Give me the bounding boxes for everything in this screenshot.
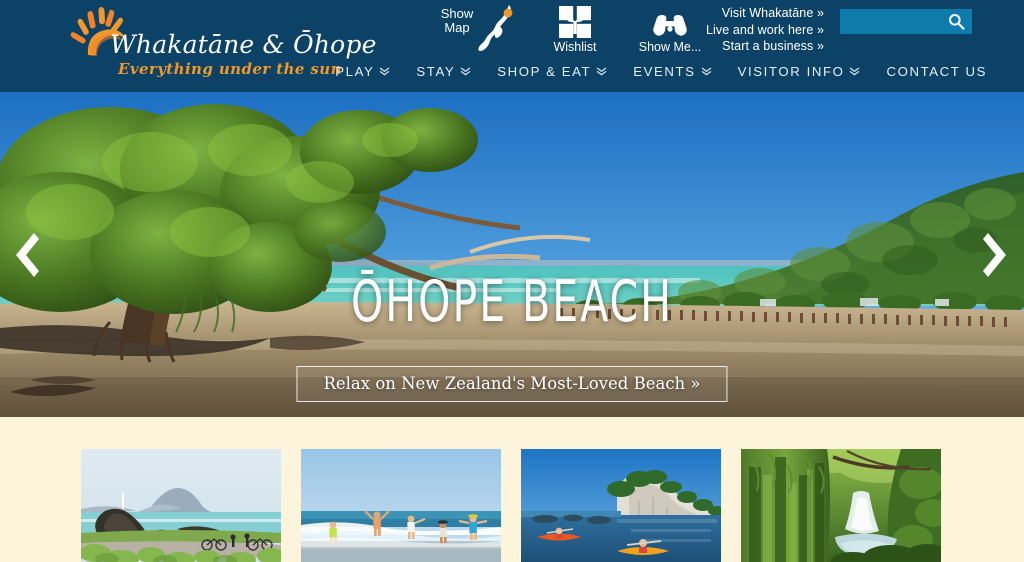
nav-label-events: EVENTS [633, 64, 696, 79]
card-kayaking[interactable] [521, 449, 721, 562]
search-box[interactable] [840, 9, 972, 34]
binoculars-icon [653, 14, 687, 36]
hero-title: ŌHOPE BEACH [351, 269, 673, 335]
new-zealand-map-icon [478, 5, 513, 51]
chevron-down-icon [460, 67, 471, 76]
gift-box-icon [559, 6, 591, 38]
nav-label-contact-us: CONTACT US [886, 64, 987, 79]
card-image-kayaking [521, 449, 721, 562]
chevron-down-icon [596, 67, 607, 76]
card-coastal-lookout[interactable] [81, 449, 281, 562]
top-links: Visit Whakatāne » Live and work here » S… [700, 5, 824, 55]
nav-item-play[interactable]: PLAY [322, 64, 403, 79]
show-map-label-line2: Map [444, 20, 470, 35]
carousel-prev-arrow[interactable] [8, 227, 42, 283]
card-image-forest-waterfall [741, 449, 941, 562]
top-link-live-work[interactable]: Live and work here » [700, 22, 824, 39]
chevron-down-icon [850, 67, 860, 76]
nav-label-shop-and-eat: SHOP & EAT [497, 64, 592, 79]
top-link-visit[interactable]: Visit Whakatāne » [700, 5, 824, 22]
nav-label-stay: STAY [416, 64, 456, 79]
carousel-next-arrow[interactable] [980, 227, 1014, 283]
chevron-down-icon [701, 67, 711, 76]
show-map-button[interactable]: Show Map [432, 2, 528, 66]
show-map-label-line1: Show [440, 6, 474, 21]
wishlist-label: Wishlist [553, 40, 597, 54]
search-input[interactable] [840, 9, 948, 34]
top-link-business[interactable]: Start a business » [700, 38, 824, 55]
feature-cards-row [0, 417, 1024, 562]
nav-item-contact-us[interactable]: CONTACT US [873, 64, 1000, 79]
wishlist-button[interactable]: Wishlist [545, 2, 605, 54]
hero-carousel: ŌHOPE BEACH Relax on New Zealand's Most-… [0, 92, 1024, 417]
search-icon[interactable] [948, 13, 965, 30]
card-image-coastal-lookout [81, 449, 281, 562]
card-forest-waterfall[interactable] [741, 449, 941, 562]
nav-label-play: PLAY [335, 64, 375, 79]
card-image-beach-kids [301, 449, 501, 562]
chevron-down-icon [380, 67, 390, 76]
card-beach-kids[interactable] [301, 449, 501, 562]
show-me-button[interactable]: Show Me... [630, 2, 710, 54]
nav-item-events[interactable]: EVENTS [620, 64, 724, 79]
hero-cta-button[interactable]: Relax on New Zealand's Most-Loved Beach … [296, 366, 728, 402]
show-me-label: Show Me... [638, 40, 702, 54]
nav-item-shop-and-eat[interactable]: SHOP & EAT [484, 64, 620, 79]
site-header: Whakatāne & Ōhope Everything under the s… [0, 0, 1024, 92]
nav-item-visitor-info[interactable]: VISITOR INFO [725, 64, 874, 79]
nav-item-stay[interactable]: STAY [403, 64, 484, 79]
nav-label-visitor-info: VISITOR INFO [737, 64, 845, 79]
main-navigation: PLAY STAY SHOP & EAT EVENTS VISITOR INFO… [0, 64, 1024, 92]
logo-wordmark: Whakatāne & Ōhope [110, 30, 377, 59]
